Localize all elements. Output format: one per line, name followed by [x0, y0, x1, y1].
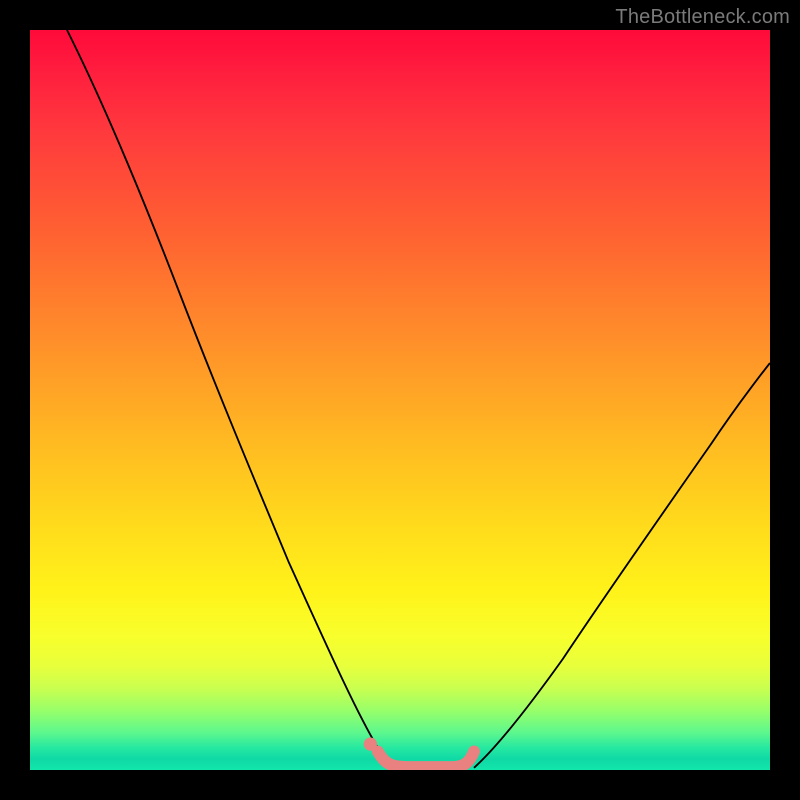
right-curve — [474, 363, 770, 768]
chart-svg — [30, 30, 770, 770]
marker-dot — [364, 737, 377, 750]
optimal-band-marker — [378, 752, 474, 768]
left-curve — [67, 30, 393, 768]
plot-area — [30, 30, 770, 770]
watermark-text: TheBottleneck.com — [615, 6, 790, 29]
chart-frame: TheBottleneck.com — [0, 0, 800, 800]
